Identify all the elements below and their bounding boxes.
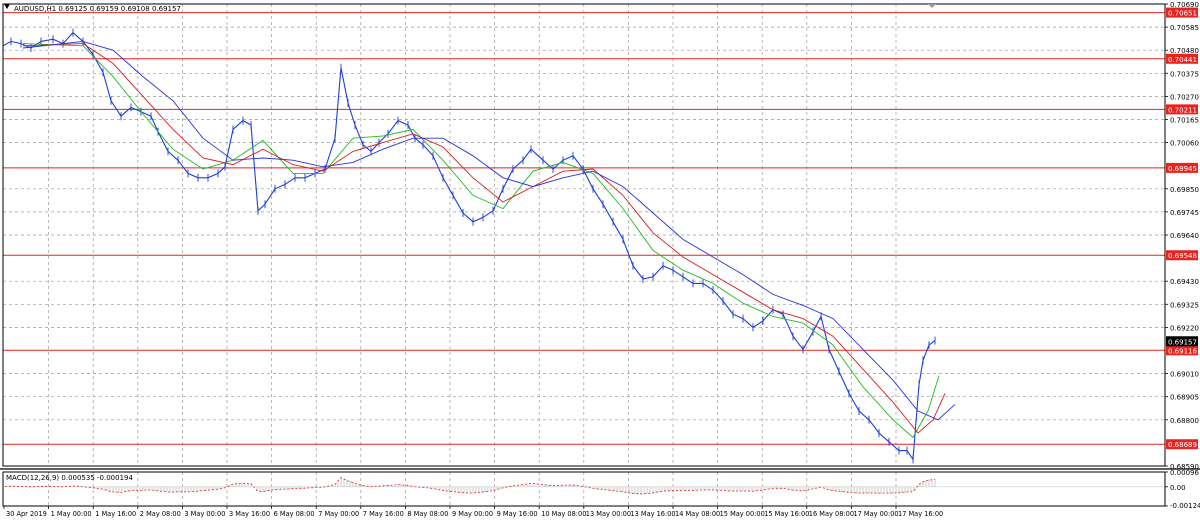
level-price-label: 0.69548	[1168, 252, 1197, 260]
x-tick-label: 15 May 16:00	[764, 510, 809, 518]
x-tick-label: 2 May 08:00	[140, 510, 181, 518]
x-tick-label: 6 May 08:00	[274, 510, 315, 518]
x-tick-label: 14 May 08:00	[675, 510, 720, 518]
x-tick-label: 17 May 16:00	[898, 510, 943, 518]
x-tick-label: 16 May 08:00	[809, 510, 854, 518]
y-tick-label: 0.70165	[1170, 117, 1199, 125]
x-tick-label: 3 May 00:00	[184, 510, 225, 518]
y-tick-label: 0.69010	[1170, 371, 1199, 379]
x-tick-label: 17 May 00:00	[853, 510, 898, 518]
y-tick-label: 0.70375	[1170, 70, 1199, 78]
macd-label: MACD(12,26,9) 0.000535 -0.000194	[6, 474, 133, 482]
macd-y-tick-label: -0.001245	[1170, 502, 1200, 510]
y-tick-label: 0.70060	[1170, 140, 1199, 148]
y-tick-label: 0.69325	[1170, 301, 1199, 309]
x-tick-label: 15 May 00:00	[720, 510, 765, 518]
symbol-info: AUDUSD,H1 0.69125 0.69159 0.69108 0.6915…	[14, 5, 181, 13]
y-tick-label: 0.69850	[1170, 186, 1199, 194]
x-tick-label: 13 May 00:00	[586, 510, 631, 518]
macd-y-tick-label: 0.00	[1170, 484, 1186, 492]
level-price-label: 0.69116	[1168, 347, 1197, 355]
x-tick-label: 30 Apr 2019	[6, 510, 47, 518]
x-tick-label: 7 May 16:00	[363, 510, 404, 518]
current-price-label: 0.69157	[1168, 338, 1197, 346]
x-tick-label: 8 May 08:00	[407, 510, 448, 518]
macd-y-tick-label: 0.00096	[1170, 469, 1199, 477]
y-tick-label: 0.68800	[1170, 417, 1199, 425]
x-tick-label: 13 May 16:00	[630, 510, 675, 518]
y-tick-label: 0.69745	[1170, 209, 1199, 217]
x-tick-label: 1 May 00:00	[51, 510, 92, 518]
x-tick-label: 3 May 16:00	[229, 510, 270, 518]
y-tick-label: 0.70585	[1170, 24, 1199, 32]
level-price-label: 0.69945	[1168, 165, 1197, 173]
x-tick-label: 7 May 00:00	[318, 510, 359, 518]
level-price-label: 0.70441	[1168, 56, 1197, 64]
y-tick-label: 0.69220	[1170, 324, 1199, 332]
y-tick-label: 0.70270	[1170, 93, 1199, 101]
x-tick-label: 10 May 08:00	[541, 510, 586, 518]
x-tick-label: 9 May 00:00	[452, 510, 493, 518]
y-tick-label: 0.68905	[1170, 394, 1199, 402]
y-tick-label: 0.69430	[1170, 278, 1199, 286]
x-tick-label: 1 May 16:00	[95, 510, 136, 518]
level-price-label: 0.70651	[1168, 10, 1197, 18]
price-chart: 0.706900.705850.704800.703750.702700.701…	[0, 0, 1200, 523]
level-price-label: 0.68689	[1168, 441, 1197, 449]
level-price-label: 0.70211	[1168, 106, 1197, 114]
x-tick-label: 9 May 16:00	[497, 510, 538, 518]
y-tick-label: 0.69640	[1170, 232, 1199, 240]
